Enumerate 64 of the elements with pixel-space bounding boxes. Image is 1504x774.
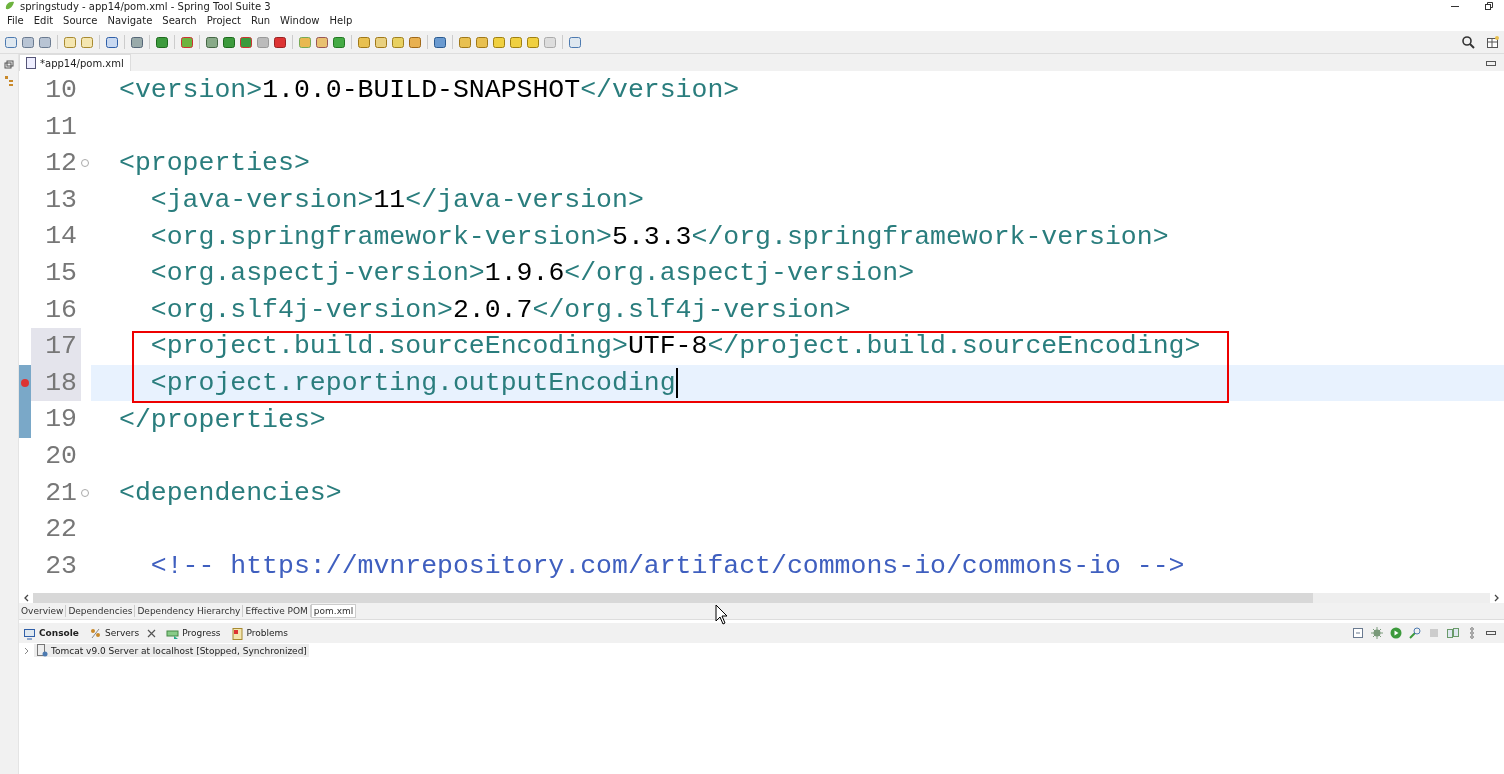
- line-number: 18: [31, 364, 81, 402]
- page-tab[interactable]: pom.xml: [310, 604, 357, 618]
- menu-item[interactable]: Help: [324, 15, 358, 26]
- code-line: <org.springframework-version>5.3.3</org.springframework-version>: [149, 221, 1169, 252]
- publish-icon[interactable]: [1446, 626, 1460, 640]
- expand-icon[interactable]: [24, 646, 30, 655]
- view-tab[interactable]: Console: [19, 625, 83, 641]
- code-line: <properties>: [119, 148, 310, 179]
- line-number: 14: [44, 220, 78, 254]
- view-tab[interactable]: Problems: [226, 625, 293, 641]
- menu-item[interactable]: Source: [58, 15, 103, 26]
- problems-icon: [230, 626, 244, 640]
- console-icon: [23, 626, 36, 640]
- line-number: 12: [44, 147, 78, 181]
- code-line: <project.build.sourceEncoding>UTF-8</project.build.sourceEncoding>: [149, 331, 1201, 362]
- line-number: 10: [44, 74, 78, 107]
- page-tab[interactable]: Dependencies: [66, 605, 136, 617]
- line-number: 21: [44, 476, 78, 510]
- line-number: 19: [44, 403, 78, 437]
- page-tab[interactable]: Dependency Hierarchy: [135, 605, 244, 617]
- line-number: 23: [44, 549, 78, 583]
- line-number: 11: [44, 110, 78, 144]
- page-tab[interactable]: Overview: [19, 605, 67, 617]
- view-tab[interactable]: Progress: [162, 625, 225, 641]
- xml-file-icon: [26, 57, 36, 69]
- profile-icon[interactable]: [1408, 626, 1422, 640]
- page-tab[interactable]: Effective POM: [243, 605, 311, 617]
- perspective-icon[interactable]: [1486, 35, 1500, 49]
- menu-item[interactable]: Navigate: [102, 15, 158, 26]
- menu-item[interactable]: Search: [157, 15, 202, 26]
- close-icon[interactable]: [147, 628, 157, 638]
- scrollbar-thumb[interactable]: [33, 593, 1313, 603]
- outline-icon[interactable]: [4, 75, 14, 87]
- minimize-button[interactable]: [1486, 61, 1496, 67]
- line-number: 22: [44, 513, 78, 547]
- code-line: <version>1.0.0-BUILD-SNAPSHOT</version>: [119, 75, 740, 106]
- servers-icon: [88, 626, 102, 640]
- scroll-left-icon[interactable]: [23, 594, 29, 602]
- menu-item[interactable]: Edit: [28, 15, 59, 26]
- editor-tab[interactable]: *app14/pom.xml: [19, 54, 131, 71]
- line-number: 17: [31, 328, 81, 365]
- restore-icon[interactable]: [1484, 1, 1494, 11]
- collapse-all-icon[interactable]: [1351, 626, 1365, 640]
- code-line: <!-- https://mvnrepository.com/artifact/commons-io/commons-io -->: [149, 551, 1185, 581]
- menu-item[interactable]: Project: [201, 15, 246, 26]
- code-line: <project.reporting.outputEncoding: [149, 368, 678, 399]
- scroll-right-icon[interactable]: [1494, 594, 1500, 602]
- menu-item[interactable]: File: [2, 15, 29, 26]
- menu-item[interactable]: Run: [245, 15, 276, 26]
- code-line: </properties>: [119, 404, 326, 435]
- line-number: 15: [44, 256, 78, 290]
- window-title: springstudy - app14/pom.xml - Spring Tool Suite 3: [20, 0, 271, 12]
- code-line: <dependencies>: [119, 477, 342, 508]
- line-number: 20: [44, 439, 78, 473]
- app-logo-icon: [4, 0, 16, 12]
- search-icon[interactable]: [1461, 35, 1475, 49]
- code-line: <org.aspectj-version>1.9.6</org.aspectj-version>: [149, 258, 915, 289]
- server-item[interactable]: Tomcat v9.0 Server at localhost [Stopped, Synchronized]: [34, 644, 309, 657]
- code-line: <org.slf4j-version>2.0.7</org.slf4j-version>: [149, 294, 851, 325]
- line-number: 16: [44, 293, 78, 327]
- menu-item[interactable]: Window: [275, 15, 325, 26]
- line-number: 13: [44, 183, 78, 217]
- view-tab[interactable]: Servers: [84, 625, 161, 641]
- code-line: <java-version>11</java-version>: [149, 185, 644, 216]
